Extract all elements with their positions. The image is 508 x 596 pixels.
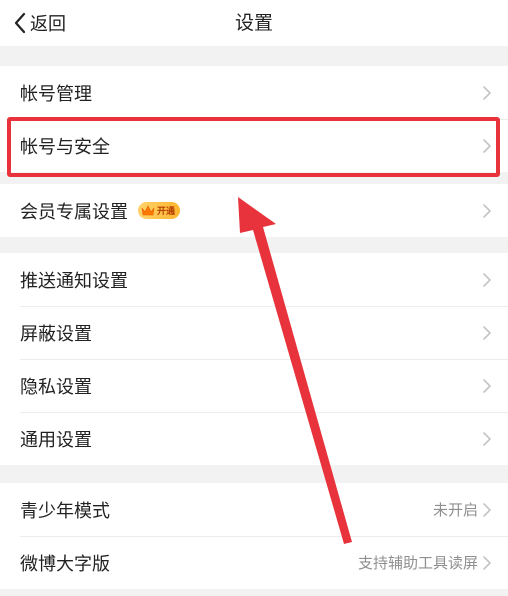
back-label: 返回: [30, 14, 66, 35]
settings-group-account: 帐号管理 帐号与安全: [0, 66, 508, 172]
chevron-right-icon: [483, 272, 491, 287]
settings-group-general: 推送通知设置 屏蔽设置 隐私设置 通用设置: [0, 253, 508, 465]
settings-row-large-font[interactable]: 微博大字版 支持辅助工具读屏: [0, 536, 508, 589]
settings-row-vip-settings[interactable]: 会员专属设置 开通: [0, 184, 508, 237]
settings-row-privacy[interactable]: 隐私设置: [0, 359, 508, 412]
row-label: 屏蔽设置: [20, 323, 92, 345]
row-label: 通用设置: [20, 429, 92, 451]
row-label: 会员专属设置: [20, 201, 128, 223]
row-label: 帐号管理: [20, 83, 92, 105]
back-button[interactable]: 返回: [12, 0, 66, 46]
settings-group-vip: 会员专属设置 开通: [0, 184, 508, 237]
top-navigation-bar: 返回 设置: [0, 0, 508, 46]
settings-group-modes: 青少年模式 未开启 微博大字版 支持辅助工具读屏: [0, 483, 508, 589]
chevron-right-icon: [483, 555, 491, 570]
vip-open-badge[interactable]: 开通: [138, 202, 181, 219]
chevron-right-icon: [483, 85, 491, 100]
chevron-right-icon: [483, 203, 491, 218]
settings-row-account-security[interactable]: 帐号与安全: [0, 119, 508, 172]
row-label: 隐私设置: [20, 376, 92, 398]
chevron-right-icon: [483, 502, 491, 517]
row-value: 支持辅助工具读屏: [357, 554, 478, 572]
chevron-right-icon: [483, 325, 491, 340]
chevron-right-icon: [483, 378, 491, 393]
crown-icon: [141, 204, 155, 215]
section-spacer: [0, 172, 508, 184]
row-label: 青少年模式: [20, 500, 110, 522]
vip-badge-text: 开通: [157, 207, 176, 217]
row-label: 微博大字版: [20, 553, 110, 575]
section-spacer: [0, 465, 508, 483]
chevron-left-icon: [14, 12, 26, 34]
settings-row-teen-mode[interactable]: 青少年模式 未开启: [0, 483, 508, 536]
settings-row-general[interactable]: 通用设置: [0, 412, 508, 465]
row-label: 帐号与安全: [20, 136, 110, 158]
settings-row-account-management[interactable]: 帐号管理: [0, 66, 508, 119]
section-spacer: [0, 237, 508, 253]
row-value: 未开启: [432, 501, 478, 519]
settings-screen: 返回 设置 帐号管理 帐号与安全 会员专属设置 开通 推送通知设置 屏蔽设置 隐…: [0, 0, 508, 596]
chevron-right-icon: [483, 138, 491, 153]
settings-row-push-notifications[interactable]: 推送通知设置: [0, 253, 508, 306]
page-title: 设置: [234, 12, 273, 34]
section-spacer: [0, 46, 508, 66]
settings-row-block-settings[interactable]: 屏蔽设置: [0, 306, 508, 359]
chevron-right-icon: [483, 431, 491, 446]
row-label: 推送通知设置: [20, 270, 128, 292]
